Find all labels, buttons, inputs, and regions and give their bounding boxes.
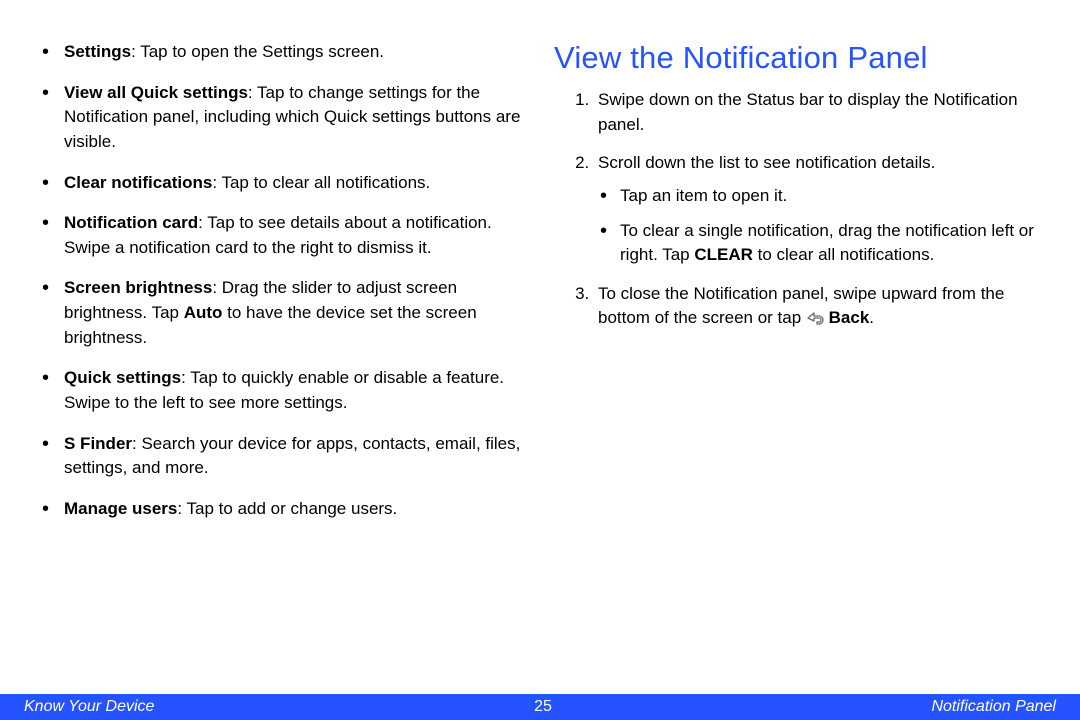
step-text: . (869, 308, 874, 327)
back-icon (806, 309, 824, 334)
list-item: Manage users: Tap to add or change users… (36, 497, 526, 522)
left-column: Settings: Tap to open the Settings scree… (36, 40, 526, 538)
step-text: Scroll down the list to see notification… (598, 153, 935, 172)
step-item: Scroll down the list to see notification… (594, 151, 1044, 268)
item-desc: : Tap to add or change users. (177, 499, 397, 518)
step-inline-bold: Back (829, 308, 870, 327)
feature-list: Settings: Tap to open the Settings scree… (36, 40, 526, 522)
list-item: Notification card: Tap to see details ab… (36, 211, 526, 260)
item-term: Manage users (64, 499, 177, 518)
item-term: Quick settings (64, 368, 181, 387)
sub-list: Tap an item to open it. To clear a singl… (598, 184, 1044, 268)
list-item: Quick settings: Tap to quickly enable or… (36, 366, 526, 415)
footer-left: Know Your Device (24, 698, 154, 716)
sub-text: Tap an item to open it. (620, 186, 787, 205)
steps-list: Swipe down on the Status bar to display … (554, 88, 1044, 334)
step-text: Swipe down on the Status bar to display … (598, 90, 1018, 134)
step-item: To close the Notification panel, swipe u… (594, 282, 1044, 334)
item-desc: : Tap to clear all notifications. (212, 173, 430, 192)
sub-inline-bold: CLEAR (694, 245, 753, 264)
item-inline-bold: Auto (184, 303, 223, 322)
list-item: View all Quick settings: Tap to change s… (36, 81, 526, 155)
item-term: S Finder (64, 434, 132, 453)
sub-item: To clear a single notification, drag the… (598, 219, 1044, 268)
item-desc: : Tap to open the Settings screen. (131, 42, 384, 61)
item-term: Screen brightness (64, 278, 212, 297)
step-item: Swipe down on the Status bar to display … (594, 88, 1044, 137)
right-column: View the Notification Panel Swipe down o… (554, 40, 1044, 538)
item-term: View all Quick settings (64, 83, 248, 102)
footer-right: Notification Panel (931, 698, 1056, 716)
sub-item: Tap an item to open it. (598, 184, 1044, 209)
item-term: Notification card (64, 213, 198, 232)
sub-text: to clear all notifications. (753, 245, 934, 264)
list-item: S Finder: Search your device for apps, c… (36, 432, 526, 481)
item-term: Clear notifications (64, 173, 212, 192)
list-item: Clear notifications: Tap to clear all no… (36, 171, 526, 196)
page-footer: Know Your Device 25 Notification Panel (0, 694, 1080, 720)
list-item: Settings: Tap to open the Settings scree… (36, 40, 526, 65)
page-number: 25 (534, 698, 552, 716)
item-term: Settings (64, 42, 131, 61)
step-text: To close the Notification panel, swipe u… (598, 284, 1004, 328)
item-desc: : Search your device for apps, contacts,… (64, 434, 520, 478)
list-item: Screen brightness: Drag the slider to ad… (36, 276, 526, 350)
section-heading: View the Notification Panel (554, 40, 1044, 76)
